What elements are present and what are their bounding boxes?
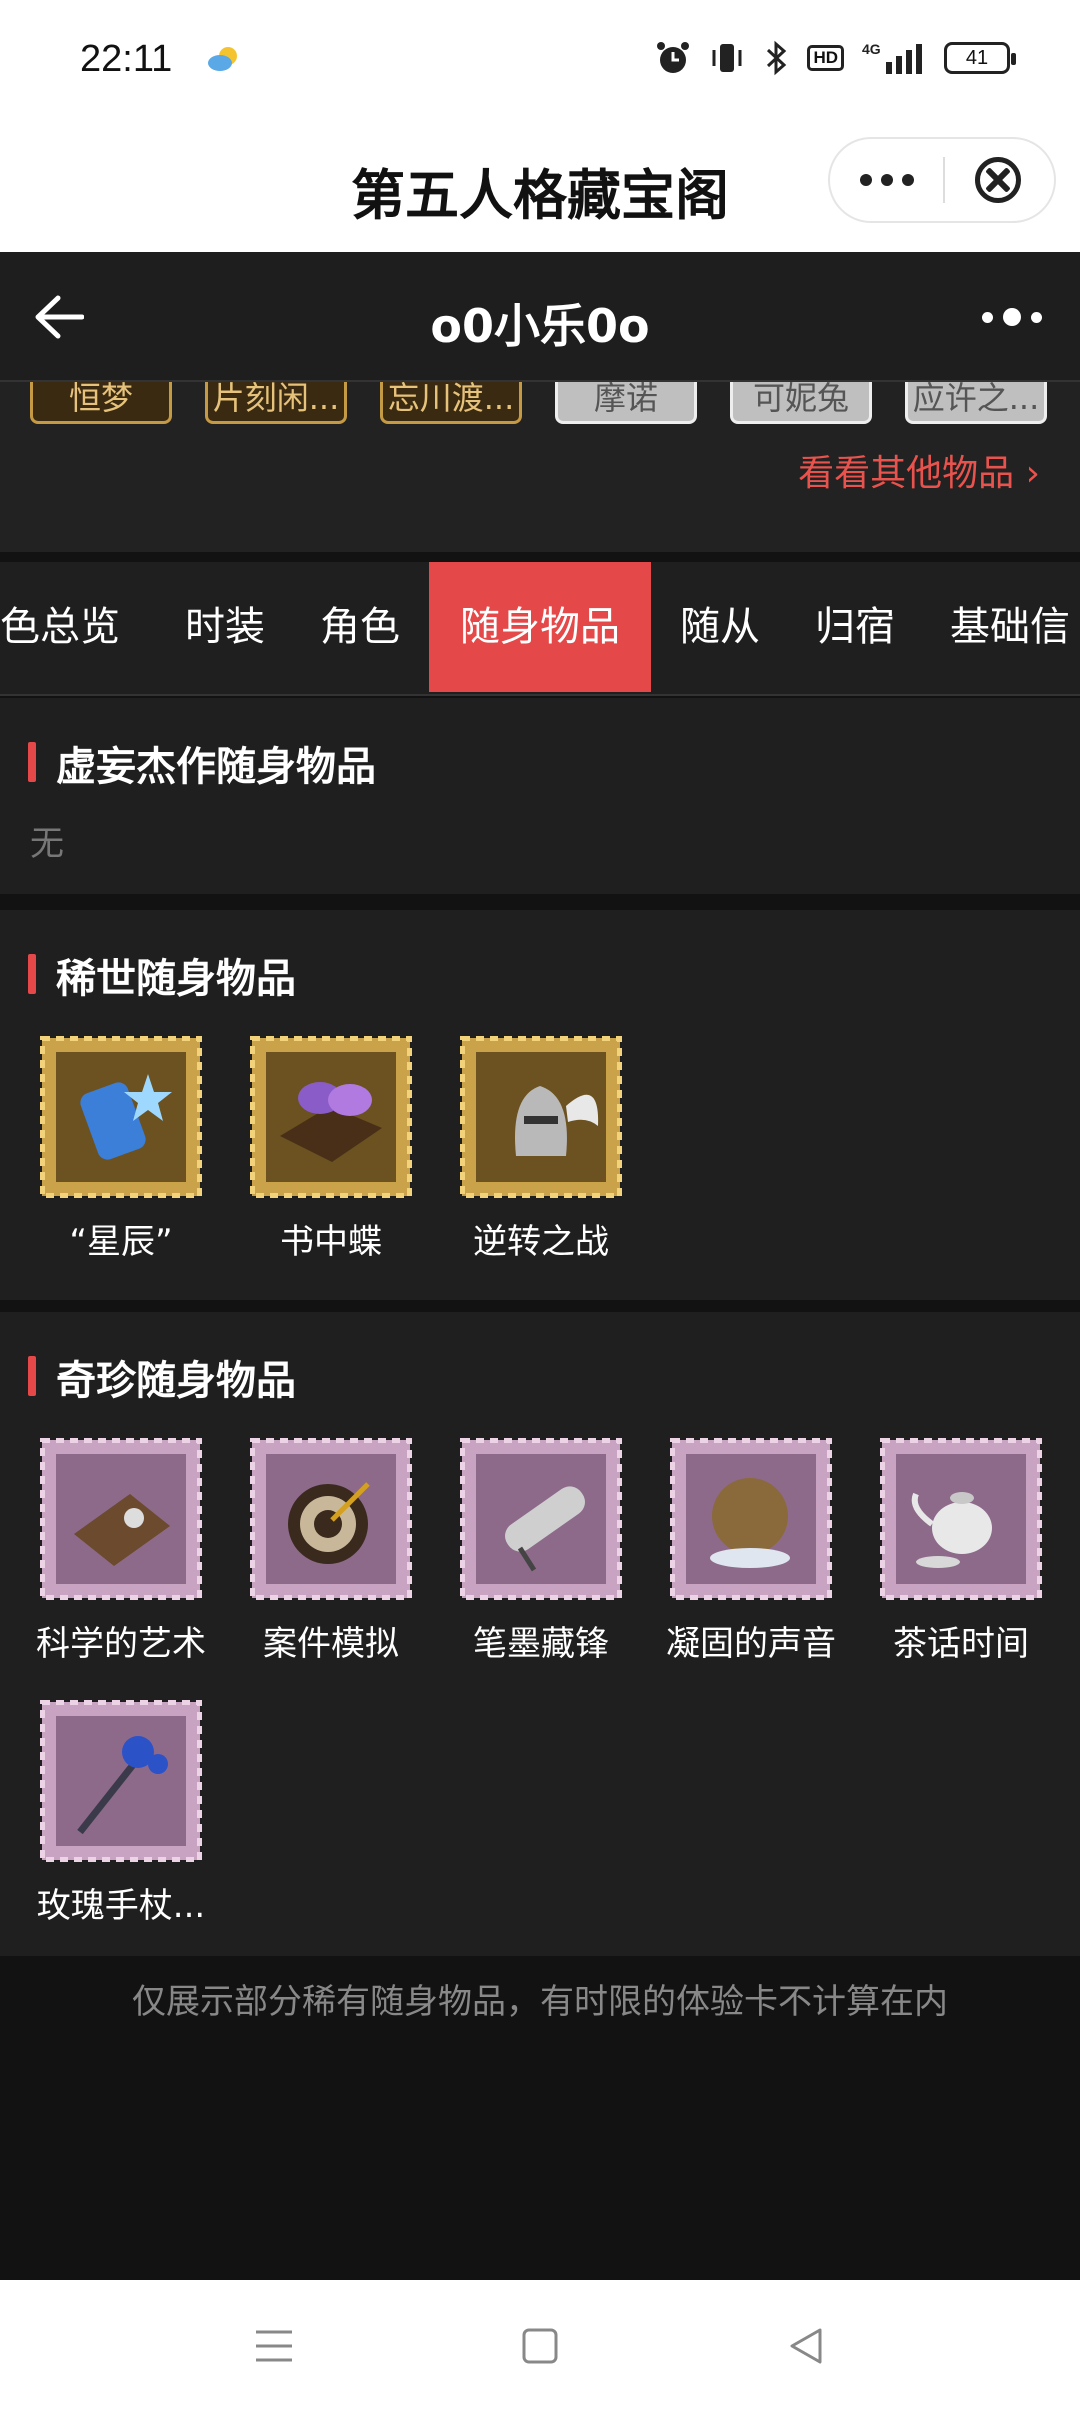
system-nav-bar bbox=[0, 2280, 1080, 2412]
section-title: 稀世随身物品 bbox=[56, 956, 296, 1002]
section-title: 奇珍随身物品 bbox=[56, 1358, 296, 1404]
skin-pill[interactable]: 可妮兔 bbox=[730, 382, 872, 424]
item-label: 逆转之战 bbox=[473, 1222, 609, 1262]
tab-bar: 色总览 时装 角色 随身物品 随从 归宿 基础信 bbox=[0, 562, 1080, 696]
item-label: 凝固的声音 bbox=[666, 1624, 836, 1664]
skin-pill[interactable]: 应许之... bbox=[905, 382, 1047, 424]
menu-icon[interactable] bbox=[254, 2326, 294, 2366]
teapot-icon bbox=[880, 1438, 1042, 1600]
tab-home[interactable]: 归宿 bbox=[800, 562, 910, 692]
tab-pets[interactable]: 随从 bbox=[665, 562, 775, 692]
status-icons: HD 4G 41 bbox=[655, 40, 1016, 76]
scroll-icon bbox=[460, 1438, 622, 1600]
app-content: o0小乐0o 恒梦 片刻闲... 忘川渡... 摩诺 可妮兔 应许之... 看看… bbox=[0, 252, 1080, 2280]
signal-icon: 4G bbox=[862, 41, 922, 74]
precious-section: 奇珍随身物品 科学的艺术 案件模拟 笔墨藏锋 凝固的声音 茶话时间 玫瑰手杖..… bbox=[0, 1312, 1080, 1956]
footer-note: 仅展示部分稀有随身物品，有时限的体验卡不计算在内 bbox=[132, 1982, 948, 2022]
capsule-menu bbox=[828, 137, 1056, 223]
svg-text:4G: 4G bbox=[862, 41, 881, 57]
science-book-icon bbox=[40, 1438, 202, 1600]
item-label: 案件模拟 bbox=[263, 1624, 399, 1664]
bluetooth-icon bbox=[767, 40, 787, 76]
item-label: 科学的艺术 bbox=[36, 1624, 206, 1664]
section-marker bbox=[28, 1356, 36, 1396]
target-icon bbox=[250, 1438, 412, 1600]
star-crystal-icon bbox=[40, 1036, 202, 1198]
skins-strip: 恒梦 片刻闲... 忘川渡... 摩诺 可妮兔 应许之... 看看其他物品 › bbox=[0, 382, 1080, 552]
tab-basic-info[interactable]: 基础信 bbox=[950, 562, 1080, 692]
item-label: 书中蝶 bbox=[280, 1222, 382, 1262]
home-icon[interactable] bbox=[522, 2326, 558, 2366]
item-label: “星辰” bbox=[69, 1222, 173, 1262]
status-time: 22:11 bbox=[80, 38, 173, 80]
empty-text: 无 bbox=[30, 824, 64, 864]
skin-pill[interactable]: 恒梦 bbox=[30, 382, 172, 424]
alarm-icon bbox=[657, 42, 690, 73]
item-label: 笔墨藏锋 bbox=[473, 1624, 609, 1664]
masterpiece-section: 虚妄杰作随身物品 无 bbox=[0, 698, 1080, 894]
butterfly-book-icon bbox=[250, 1036, 412, 1198]
battery-icon: 41 bbox=[944, 42, 1016, 74]
item-label: 茶话时间 bbox=[893, 1624, 1029, 1664]
tab-accessories[interactable]: 随身物品 bbox=[429, 562, 651, 692]
section-title: 虚妄杰作随身物品 bbox=[56, 744, 376, 790]
skin-pill[interactable]: 片刻闲... bbox=[205, 382, 347, 424]
hd-badge: HD bbox=[807, 45, 844, 71]
tab-characters[interactable]: 角色 bbox=[305, 562, 415, 692]
mini-program-bar: 第五人格藏宝阁 bbox=[0, 125, 1080, 252]
header-more-icon[interactable] bbox=[982, 308, 1042, 326]
status-bar: 22:11 HD 4G 41 bbox=[0, 0, 1080, 125]
more-options-button[interactable] bbox=[830, 139, 944, 221]
vibrate-icon bbox=[712, 44, 742, 72]
tab-overview[interactable]: 色总览 bbox=[0, 562, 150, 692]
skin-pill[interactable]: 摩诺 bbox=[555, 382, 697, 424]
app-header: o0小乐0o bbox=[0, 252, 1080, 382]
weather-icon bbox=[208, 47, 237, 71]
orb-icon bbox=[670, 1438, 832, 1600]
tab-fashion[interactable]: 时装 bbox=[170, 562, 280, 692]
rose-cane-icon bbox=[40, 1700, 202, 1862]
section-marker bbox=[28, 954, 36, 994]
rare-section: 稀世随身物品 “星辰” 书中蝶 逆转之战 bbox=[0, 910, 1080, 1300]
skin-pill[interactable]: 忘川渡... bbox=[380, 382, 522, 424]
winged-helmet-icon bbox=[460, 1036, 622, 1198]
back-icon[interactable] bbox=[786, 2326, 826, 2366]
page-title: o0小乐0o bbox=[430, 299, 650, 353]
item-label: 玫瑰手杖... bbox=[36, 1886, 206, 1926]
capsule-divider bbox=[943, 157, 945, 203]
see-more-link[interactable]: 看看其他物品 › bbox=[798, 444, 1040, 496]
chevron-right-icon: › bbox=[1025, 453, 1040, 494]
section-marker bbox=[28, 742, 36, 782]
see-more-label: 看看其他物品 bbox=[798, 453, 1015, 494]
close-icon[interactable] bbox=[975, 157, 1021, 203]
